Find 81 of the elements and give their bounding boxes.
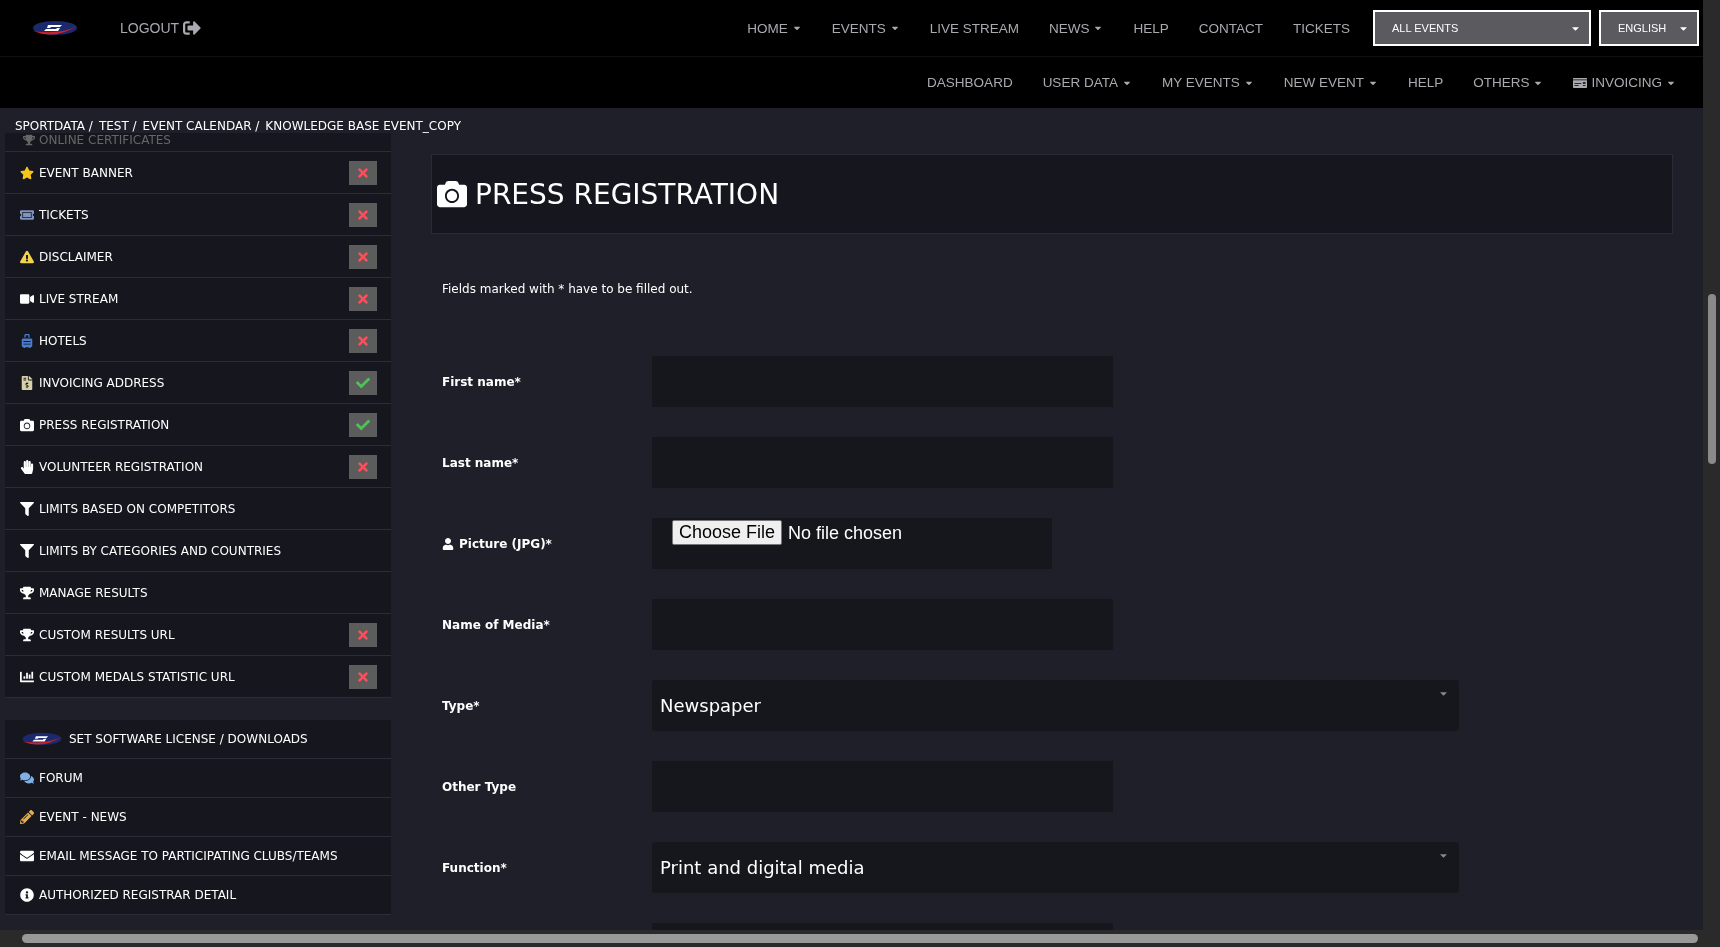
sidebar-item[interactable]: VOLUNTEER REGISTRATION	[5, 446, 391, 488]
sidebar-item[interactable]: EVENT BANNER	[5, 152, 391, 194]
event-select[interactable]: ALL EVENTS	[1373, 10, 1591, 46]
filter-icon	[20, 501, 34, 516]
chat-icon	[20, 771, 34, 785]
envelope-icon	[20, 849, 34, 863]
video-camera-icon	[20, 291, 34, 306]
required-note: Fields marked with * have to be filled out.	[442, 282, 694, 296]
sidebar-item[interactable]: MANAGE RESULTS	[5, 572, 391, 614]
bar-chart-icon	[20, 669, 34, 684]
sidebar-item[interactable]: DISCLAIMER	[5, 236, 391, 278]
hand-icon	[20, 459, 34, 474]
nav-link[interactable]: TICKETS	[1278, 20, 1365, 36]
camera-icon	[437, 179, 467, 209]
sidebar-item[interactable]: TICKETS	[5, 194, 391, 236]
sidebar-item[interactable]: LIVE STREAM	[5, 278, 391, 320]
filter-icon	[20, 543, 34, 558]
breadcrumb-link[interactable]: TEST /	[98, 119, 137, 133]
breadcrumb-link[interactable]: KNOWLEDGE BASE EVENT_COPY	[265, 119, 461, 133]
sidebar-item[interactable]: HOTELS	[5, 320, 391, 362]
nav-link[interactable]: CONTACT	[1183, 20, 1278, 36]
suitcase-icon	[20, 333, 34, 348]
subnav-link[interactable]: OTHERS	[1458, 75, 1559, 90]
subnav-link[interactable]: INVOICING	[1558, 75, 1691, 90]
sidebar-item[interactable]: CUSTOM MEDALS STATISTIC URL	[5, 656, 391, 698]
subnav-link[interactable]: MY EVENTS	[1146, 75, 1269, 90]
logout-icon	[183, 19, 202, 37]
select-field[interactable]: Newspaper	[652, 680, 1459, 731]
field-label: Name of Media*	[442, 617, 550, 632]
trophy-icon	[23, 134, 35, 146]
sidebar-item[interactable]: SET SOFTWARE LICENSE / DOWNLOADS	[5, 720, 391, 759]
select-value: Newspaper	[660, 695, 761, 716]
info-icon	[20, 888, 34, 902]
nav-link[interactable]: LIVE STREAM	[914, 20, 1034, 36]
sidebar-item[interactable]: FORUM	[5, 759, 391, 798]
sidebar-item[interactable]: LIMITS BY CATEGORIES AND COUNTRIES	[5, 530, 391, 572]
field-label: Type*	[442, 698, 480, 713]
field-label: First name*	[442, 374, 521, 389]
vertical-scrollbar[interactable]	[1703, 0, 1720, 930]
camera-icon	[20, 417, 34, 432]
horizontal-scrollbar[interactable]	[0, 930, 1720, 947]
field-label: Function*	[442, 860, 507, 875]
warning-icon	[20, 249, 34, 264]
subnav-link[interactable]: USER DATA	[1027, 75, 1147, 90]
card-icon	[1573, 75, 1588, 90]
field-label: Last name*	[442, 455, 519, 470]
field-label: Picture (JPG)*	[459, 536, 552, 551]
trophy-icon	[20, 585, 34, 600]
logo-icon	[30, 18, 80, 38]
select-value: Print and digital media	[660, 857, 865, 878]
sidebar-item[interactable]: AUTHORIZED REGISTRAR DETAIL	[5, 876, 391, 915]
nav-link[interactable]: NEWS	[1033, 20, 1119, 36]
subnav-link[interactable]: NEW EVENT	[1268, 75, 1393, 90]
sidebar-item[interactable]: EVENT - NEWS	[5, 798, 391, 837]
logo-icon	[20, 730, 64, 748]
file-status: No file chosen	[788, 522, 903, 544]
nav-link[interactable]: HELP	[1118, 20, 1184, 36]
language-select[interactable]: ENGLISH	[1599, 10, 1699, 46]
subnav-link[interactable]: HELP	[1392, 75, 1459, 90]
field-label: Other Type	[442, 779, 517, 794]
breadcrumb-link[interactable]: EVENT CALENDAR /	[142, 119, 260, 133]
sidebar-item[interactable]: EMAIL MESSAGE TO PARTICIPATING CLUBS/TEAMS	[5, 837, 391, 876]
ticket-icon	[20, 207, 34, 222]
invoice-icon	[20, 375, 34, 390]
sidebar-item[interactable]: PRESS REGISTRATION	[5, 404, 391, 446]
user-icon	[442, 537, 454, 550]
page-title: PRESS REGISTRATION	[475, 177, 780, 211]
sidebar-item[interactable]: INVOICING ADDRESS	[5, 362, 391, 404]
breadcrumb-link[interactable]: SPORTDATA /	[15, 119, 93, 133]
trophy-icon	[20, 627, 34, 642]
select-field[interactable]: Print and digital media	[652, 842, 1459, 893]
nav-link[interactable]: HOME	[732, 20, 817, 36]
pencil-icon	[20, 810, 34, 824]
logout-link[interactable]: LOGOUT	[120, 19, 202, 37]
sidebar-item[interactable]: LIMITS BASED ON COMPETITORS	[5, 488, 391, 530]
sidebar-item[interactable]: CUSTOM RESULTS URL	[5, 614, 391, 656]
choose-file-button[interactable]: Choose File	[672, 520, 783, 545]
file-field[interactable]: Choose File No file chosen	[652, 518, 1052, 569]
subnav-link[interactable]: DASHBOARD	[912, 75, 1028, 90]
star-icon	[20, 165, 34, 180]
nav-link[interactable]: EVENTS	[816, 20, 915, 36]
